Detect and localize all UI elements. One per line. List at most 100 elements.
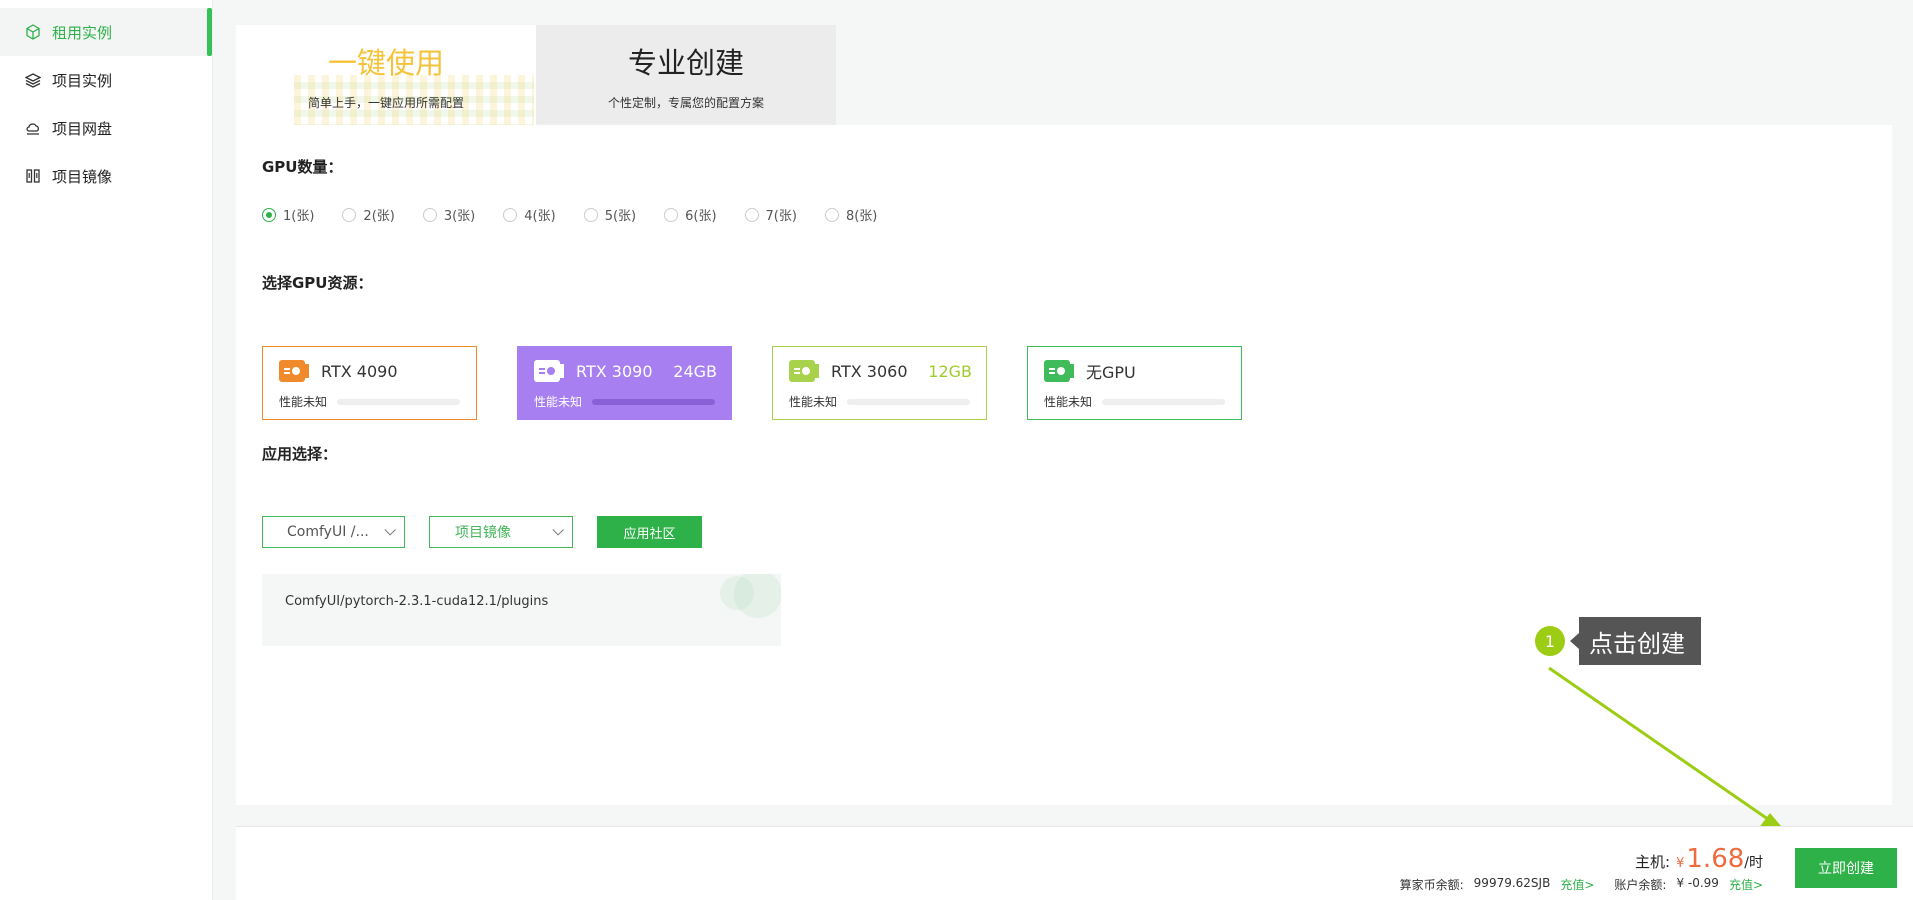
performance-bar — [1102, 398, 1225, 405]
create-now-button[interactable]: 立即创建 — [1795, 848, 1897, 888]
gpu-icon — [789, 360, 819, 382]
mode-tabs: 一键使用 简单上手，一键应用所需配置 专业创建 个性定制，专属您的配置方案 — [236, 25, 837, 125]
radio-dot[interactable] — [503, 207, 518, 222]
gpu-card-rtx3090[interactable]: RTX 3090 24GB 性能未知 — [517, 346, 732, 420]
sidebar-item-label: 租用实例 — [52, 23, 113, 42]
sidebar: 租用实例 项目实例 项目网盘 项目镜像 — [0, 0, 213, 900]
sidebar-item-project-mirror[interactable]: 项目镜像 — [0, 152, 212, 200]
gpu-icon — [1044, 360, 1074, 382]
gpu-memory: 12GB — [928, 361, 972, 381]
sidebar-item-project-disk[interactable]: 项目网盘 — [0, 104, 212, 152]
gpu-count-option-8[interactable]: 8(张) — [824, 205, 878, 224]
cube-icon — [24, 23, 42, 41]
tab-professional[interactable]: 专业创建 个性定制，专属您的配置方案 — [536, 25, 836, 125]
sidebar-item-project-instance[interactable]: 项目实例 — [0, 56, 212, 104]
performance-bar — [592, 398, 715, 405]
gpu-count-option-7[interactable]: 7(张) — [744, 205, 797, 224]
coin-balance-value: 99979.62SJB — [1473, 876, 1551, 890]
host-price: 主机: ¥ 1.68 /时 — [1635, 844, 1763, 874]
radio-dot[interactable] — [262, 207, 276, 222]
app-select-dropdown[interactable]: ComfyUI /... — [262, 516, 405, 548]
annotation-callout: 1 点击创建 — [1535, 617, 1701, 665]
currency-symbol: ¥ — [1676, 856, 1685, 871]
coin-balance-label: 算家币余额: — [1399, 878, 1464, 892]
select-value: ComfyUI /... — [287, 524, 369, 540]
account-balance-label: 账户余额: — [1614, 878, 1667, 892]
gpu-card-no-gpu[interactable]: 无GPU 性能未知 — [1027, 346, 1242, 420]
sidebar-item-label: 项目网盘 — [52, 119, 113, 138]
chevron-down-icon — [384, 524, 396, 536]
select-value: 项目镜像 — [455, 525, 511, 541]
performance-bar — [337, 398, 460, 405]
gpu-name: RTX 4090 — [321, 361, 398, 381]
config-panel — [236, 125, 1892, 805]
radio-dot[interactable] — [583, 207, 598, 222]
gpu-name: RTX 3060 — [831, 361, 908, 381]
annotation-text: 点击创建 — [1570, 617, 1701, 665]
radio-label: 4(张) — [524, 209, 556, 224]
sidebar-item-rent-instance[interactable]: 租用实例 — [0, 8, 212, 56]
gpu-performance: 性能未知 — [279, 395, 328, 409]
radio-dot[interactable] — [422, 207, 437, 222]
annotation-number: 1 — [1535, 626, 1565, 656]
gpu-count-label: GPU数量： — [262, 158, 343, 176]
price-unit: /时 — [1744, 855, 1763, 871]
gpu-icon — [534, 360, 564, 382]
chevron-down-icon — [552, 524, 564, 536]
sidebar-item-label: 项目镜像 — [52, 167, 113, 186]
balance-info: 算家币余额: 99979.62SJB 充值> 账户余额: ¥ -0.99 充值> — [1400, 876, 1763, 893]
main-content: 一键使用 简单上手，一键应用所需配置 专业创建 个性定制，专属您的配置方案 GP… — [236, 25, 1892, 805]
performance-bar — [847, 398, 970, 405]
tab-one-click[interactable]: 一键使用 简单上手，一键应用所需配置 — [236, 25, 536, 125]
radio-dot[interactable] — [744, 207, 759, 222]
app-select-label: 应用选择： — [262, 445, 338, 463]
gpu-card-rtx3060[interactable]: RTX 3060 12GB 性能未知 — [772, 346, 987, 420]
radio-label: 7(张) — [765, 209, 797, 224]
gpu-card-list: RTX 4090 性能未知 RTX 3090 24GB 性能未知 RTX 306… — [262, 346, 1282, 420]
radio-label: 1(张) — [283, 209, 315, 224]
app-community-button[interactable]: 应用社区 — [597, 516, 702, 548]
gpu-count-option-4[interactable]: 4(张) — [503, 205, 556, 224]
gpu-count-radios: 1(张) 2(张) 3(张) 4(张) 5(张) 6(张) 7(张) 8(张) — [262, 205, 905, 224]
radio-dot[interactable] — [342, 207, 357, 222]
app-select-row: ComfyUI /... 项目镜像 应用社区 — [262, 516, 702, 548]
price-value: 1.68 — [1686, 844, 1745, 874]
app-path: ComfyUI/pytorch-2.3.1-cuda12.1/plugins — [285, 594, 549, 609]
mirror-select-dropdown[interactable]: 项目镜像 — [429, 516, 573, 548]
sidebar-item-label: 项目实例 — [52, 71, 113, 90]
gpu-count-option-1[interactable]: 1(张) — [262, 205, 314, 224]
tab-title: 专业创建 — [627, 45, 744, 80]
radio-label: 6(张) — [685, 209, 717, 224]
gpu-performance: 性能未知 — [534, 395, 583, 409]
gpu-count-option-2[interactable]: 2(张) — [342, 205, 395, 224]
tab-subtitle: 简单上手，一键应用所需配置 — [307, 95, 464, 110]
gpu-name: 无GPU — [1086, 363, 1136, 382]
gpu-resource-label: 选择GPU资源： — [262, 274, 373, 292]
gpu-card-rtx4090[interactable]: RTX 4090 性能未知 — [262, 346, 477, 420]
radio-label: 3(张) — [443, 209, 476, 224]
cloud-disk-icon — [24, 119, 42, 137]
mirror-icon — [24, 167, 42, 185]
radio-label: 2(张) — [363, 209, 395, 224]
gpu-performance: 性能未知 — [1044, 395, 1093, 409]
bottom-bar: 主机: ¥ 1.68 /时 算家币余额: 99979.62SJB 充值> 账户余… — [236, 826, 1913, 900]
radio-label: 8(张) — [845, 209, 878, 224]
recharge-coin-link[interactable]: 充值> — [1560, 876, 1594, 893]
decoration-circle — [734, 574, 781, 618]
radio-dot[interactable] — [664, 207, 679, 222]
gpu-performance: 性能未知 — [789, 395, 838, 409]
gpu-icon — [279, 360, 309, 382]
tab-title: 一键使用 — [327, 45, 444, 80]
layers-icon — [24, 71, 42, 89]
radio-label: 5(张) — [604, 209, 637, 224]
host-label: 主机: — [1635, 853, 1671, 871]
gpu-count-option-5[interactable]: 5(张) — [583, 205, 637, 224]
account-balance-value: ¥ -0.99 — [1676, 876, 1719, 890]
gpu-count-option-3[interactable]: 3(张) — [422, 205, 476, 224]
gpu-memory: 24GB — [673, 361, 717, 381]
radio-dot[interactable] — [824, 207, 839, 222]
app-path-box: ComfyUI/pytorch-2.3.1-cuda12.1/plugins — [262, 574, 781, 646]
gpu-name: RTX 3090 — [576, 361, 653, 381]
recharge-account-link[interactable]: 充值> — [1729, 876, 1763, 893]
gpu-count-option-6[interactable]: 6(张) — [664, 205, 717, 224]
